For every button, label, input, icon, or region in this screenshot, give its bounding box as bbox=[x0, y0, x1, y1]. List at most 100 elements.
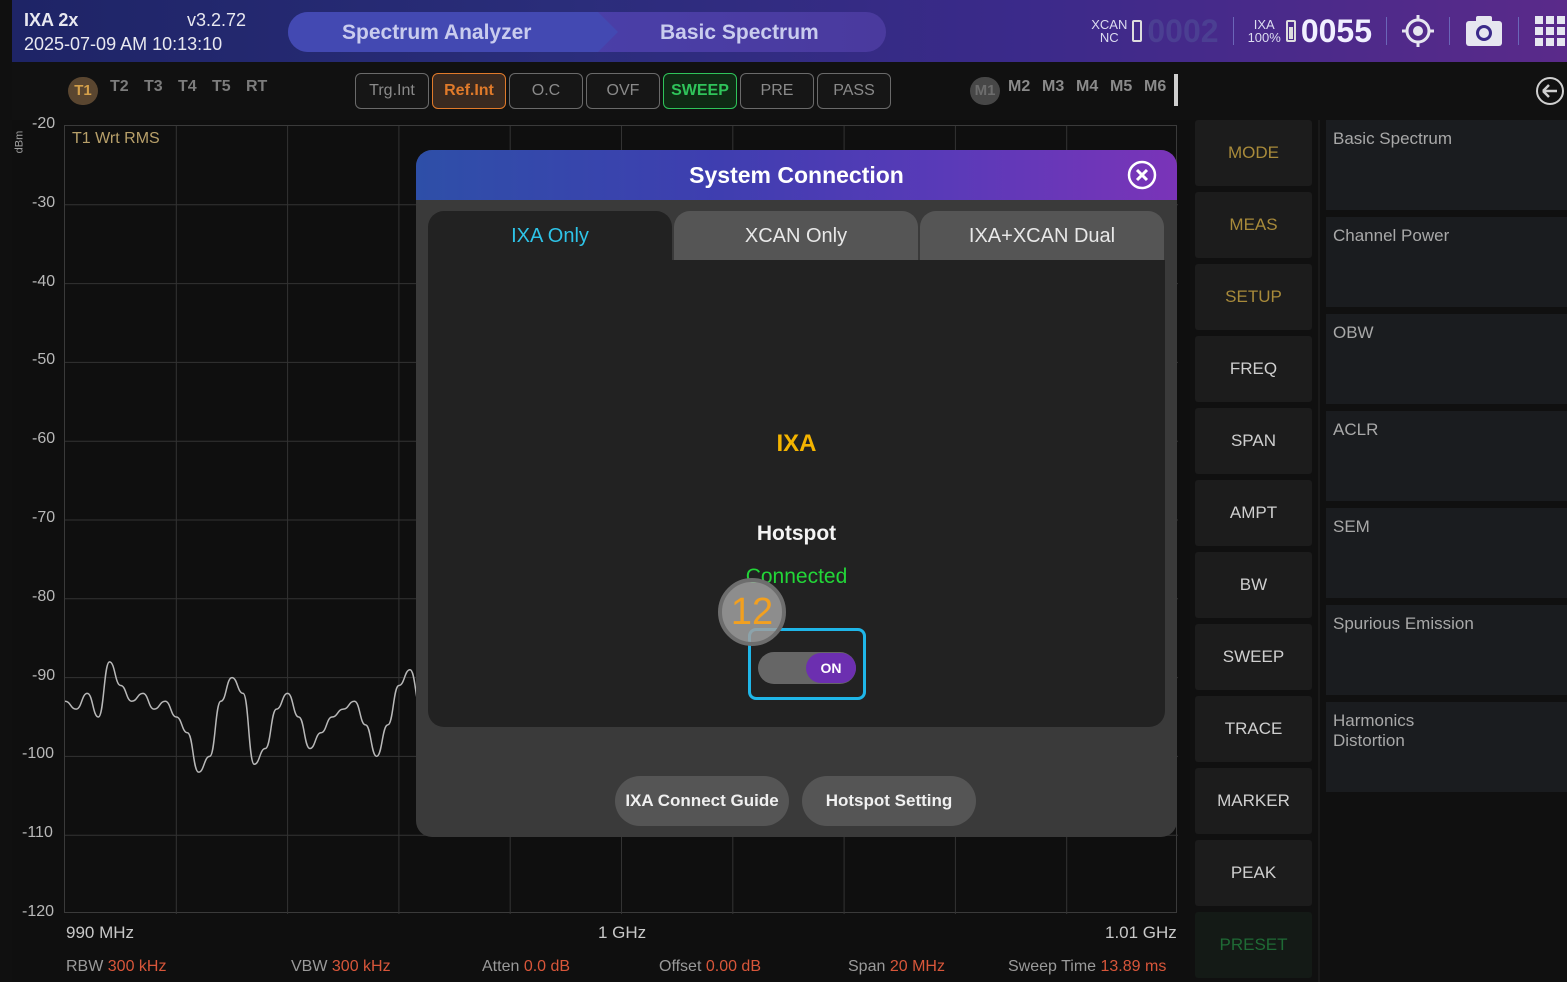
mode-label[interactable]: Spectrum Analyzer bbox=[342, 21, 531, 45]
sweep-time-label: Sweep Time bbox=[1008, 958, 1097, 975]
vbw-label: VBW bbox=[291, 958, 328, 975]
reference-status[interactable]: Ref.Int bbox=[432, 73, 506, 109]
marker-tab-m5[interactable]: M5 bbox=[1110, 78, 1132, 96]
ixa-connect-guide-button[interactable]: IXA Connect Guide bbox=[615, 776, 789, 826]
y-tick-label: -80 bbox=[32, 587, 56, 605]
submenu-spurious-emission[interactable]: Spurious Emission bbox=[1326, 605, 1567, 695]
span-readout[interactable]: Span 20 MHz bbox=[848, 958, 945, 976]
tab-ixa-xcan-dual[interactable]: IXA+XCAN Dual bbox=[920, 211, 1164, 261]
trace-tab-rt[interactable]: RT bbox=[246, 78, 267, 96]
sweep-status[interactable]: SWEEP bbox=[663, 73, 737, 109]
submenu-basic-spectrum[interactable]: Basic Spectrum bbox=[1326, 120, 1567, 210]
trace-tab-t2[interactable]: T2 bbox=[110, 78, 129, 96]
device-heading: IXA bbox=[776, 430, 817, 457]
trace-status-bar: T1 T2 T3 T4 T5 RT Trg.Int Ref.Int O.C OV… bbox=[12, 62, 1567, 120]
menu-mode[interactable]: MODE bbox=[1195, 120, 1312, 186]
atten-value: 0.0 dB bbox=[523, 958, 571, 975]
rbw-value: 300 kHz bbox=[107, 958, 167, 975]
marker-tab-m4[interactable]: M4 bbox=[1076, 78, 1098, 96]
y-axis-unit: dBm bbox=[13, 130, 26, 154]
y-tick-label: -50 bbox=[32, 351, 56, 369]
menu-span[interactable]: SPAN bbox=[1195, 408, 1312, 474]
date-time: 2025-07-09 AM 10:13:10 bbox=[24, 34, 223, 54]
y-tick-label: -100 bbox=[22, 745, 55, 763]
menu-marker[interactable]: MARKER bbox=[1195, 768, 1312, 834]
pass-status[interactable]: PASS bbox=[817, 73, 891, 109]
toggle-knob[interactable]: ON bbox=[806, 653, 856, 683]
marker-tab-m1[interactable]: M1 bbox=[970, 77, 1000, 105]
y-tick-label: -70 bbox=[32, 509, 56, 526]
xcan-state: NC bbox=[1099, 30, 1119, 45]
marker-tab-m2[interactable]: M2 bbox=[1008, 78, 1030, 96]
rbw-label: RBW bbox=[66, 958, 104, 975]
close-icon[interactable] bbox=[1127, 160, 1157, 190]
marker-tab-m3[interactable]: M3 bbox=[1042, 78, 1064, 96]
xcan-status: XCAN NC bbox=[1091, 18, 1127, 44]
xcan-count: 0002 bbox=[1147, 12, 1219, 49]
dialog-title: System Connection bbox=[689, 162, 904, 188]
marker-tab-m6[interactable]: M6 bbox=[1144, 78, 1166, 96]
span-label: Span bbox=[848, 958, 886, 975]
ixa-status: IXA 100% bbox=[1248, 18, 1281, 44]
menu-setup[interactable]: SETUP bbox=[1195, 264, 1312, 330]
y-tick-label: -20 bbox=[32, 115, 56, 132]
submenu-obw[interactable]: OBW bbox=[1326, 314, 1567, 404]
step-badge: 12 bbox=[718, 578, 786, 646]
menu-peak[interactable]: PEAK bbox=[1195, 840, 1312, 906]
battery-icon bbox=[1285, 20, 1296, 42]
sweep-time-readout[interactable]: Sweep Time 13.89 ms bbox=[1008, 958, 1166, 976]
back-icon[interactable] bbox=[1535, 76, 1565, 106]
device-info: IXA 2x v3.2.72 2025-07-09 AM 10:13:10 bbox=[24, 8, 246, 56]
trace-tab-t3[interactable]: T3 bbox=[144, 78, 163, 96]
tab-ixa-only[interactable]: IXA Only bbox=[428, 211, 672, 261]
menu-preset[interactable]: PRESET bbox=[1195, 912, 1312, 978]
rbw-readout[interactable]: RBW 300 kHz bbox=[66, 958, 166, 976]
offset-readout[interactable]: Offset 0.00 dB bbox=[659, 958, 761, 976]
submenu-sem[interactable]: SEM bbox=[1326, 508, 1567, 598]
atten-label: Atten bbox=[482, 958, 520, 975]
trace-tab-t5[interactable]: T5 bbox=[212, 78, 231, 96]
menu-divider bbox=[1318, 120, 1320, 982]
submenu-channel-power[interactable]: Channel Power bbox=[1326, 217, 1567, 307]
overcurrent-status[interactable]: O.C bbox=[509, 73, 583, 109]
target-icon[interactable] bbox=[1401, 14, 1435, 48]
tab-xcan-only[interactable]: XCAN Only bbox=[674, 211, 918, 261]
x-tick-stop: 1.01 GHz bbox=[1105, 923, 1177, 942]
menu-sweep[interactable]: SWEEP bbox=[1195, 624, 1312, 690]
trigger-status[interactable]: Trg.Int bbox=[355, 73, 429, 109]
vbw-readout[interactable]: VBW 300 kHz bbox=[291, 958, 391, 976]
submenu-aclr[interactable]: ACLR bbox=[1326, 411, 1567, 501]
menu-meas[interactable]: MEAS bbox=[1195, 192, 1312, 258]
overflow-status[interactable]: OVF bbox=[586, 73, 660, 109]
connection-status: Connected bbox=[745, 565, 848, 588]
span-value: 20 MHz bbox=[889, 958, 945, 975]
y-tick-label: -110 bbox=[22, 824, 53, 842]
y-tick-label: -60 bbox=[32, 430, 56, 448]
atten-readout[interactable]: Atten 0.0 dB bbox=[482, 958, 570, 976]
header-status: XCAN NC 0002 IXA 100% 0055 bbox=[1091, 0, 1567, 62]
top-header: IXA 2x v3.2.72 2025-07-09 AM 10:13:10 Sp… bbox=[12, 0, 1567, 62]
ixa-count: 0055 bbox=[1300, 12, 1372, 49]
menu-bw[interactable]: BW bbox=[1195, 552, 1312, 618]
menu-trace[interactable]: TRACE bbox=[1195, 696, 1312, 762]
preamp-status[interactable]: PRE bbox=[740, 73, 814, 109]
sweep-time-value: 13.89 ms bbox=[1100, 958, 1167, 975]
spectrum-trace bbox=[64, 661, 433, 773]
offset-value: 0.00 dB bbox=[705, 958, 761, 975]
grid-icon[interactable] bbox=[1533, 14, 1567, 48]
menu-ampt[interactable]: AMPT bbox=[1195, 480, 1312, 546]
system-connection-dialog: System Connection IXA Only XCAN Only IXA… bbox=[416, 150, 1177, 837]
camera-icon[interactable] bbox=[1464, 14, 1504, 48]
connection-panel: IXA Hotspot Connected ON 12 bbox=[428, 260, 1165, 727]
trace-tab-t1[interactable]: T1 bbox=[68, 77, 98, 105]
main-menu: MODE MEAS SETUP FREQ SPAN AMPT BW SWEEP … bbox=[1195, 120, 1313, 982]
submenu-harmonics-distortion[interactable]: Harmonics Distortion bbox=[1326, 702, 1567, 792]
hotspot-setting-button[interactable]: Hotspot Setting bbox=[802, 776, 976, 826]
menu-freq[interactable]: FREQ bbox=[1195, 336, 1312, 402]
measurement-label[interactable]: Basic Spectrum bbox=[660, 21, 819, 45]
app-root: IXA 2x v3.2.72 2025-07-09 AM 10:13:10 Sp… bbox=[0, 0, 1567, 982]
mode-breadcrumb[interactable]: Spectrum Analyzer Basic Spectrum bbox=[288, 12, 886, 52]
x-tick-start: 990 MHz bbox=[66, 923, 135, 942]
trace-tab-t4[interactable]: T4 bbox=[178, 78, 197, 96]
offset-label: Offset bbox=[659, 958, 702, 975]
